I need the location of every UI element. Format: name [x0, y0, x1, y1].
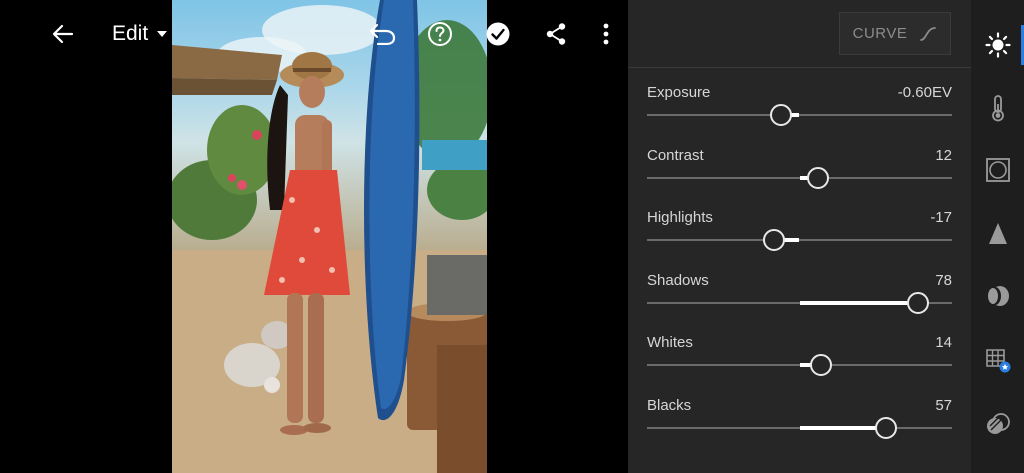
slider-label: Shadows — [647, 271, 709, 289]
light-icon — [984, 32, 1011, 58]
slider-thumb[interactable] — [907, 291, 930, 314]
more-vertical-icon — [603, 23, 609, 45]
slider-row-shadows: Shadows 78 — [647, 272, 952, 322]
slider-value: -0.60EV — [897, 84, 952, 101]
panel-header: CURVE — [628, 0, 971, 68]
chevron-down-icon — [157, 31, 168, 37]
slider-fill — [799, 426, 887, 430]
share-button[interactable] — [536, 14, 576, 54]
slider-thumb[interactable] — [762, 229, 785, 252]
curve-icon — [920, 26, 937, 41]
slider-track[interactable] — [647, 239, 952, 242]
detail-icon — [988, 223, 1007, 244]
help-icon — [428, 22, 452, 46]
slider-label: Blacks — [647, 397, 692, 414]
undo-button[interactable] — [362, 14, 402, 54]
checkmark-icon — [486, 22, 510, 46]
slider-thumb[interactable] — [770, 104, 793, 126]
rail-item-color[interactable] — [971, 80, 1024, 136]
rail-item-optics[interactable] — [971, 268, 1024, 324]
slider-row-whites: Whites 14 — [647, 334, 952, 384]
light-panel: CURVE Exposure -0.60EV Contrast 12 Highlight… — [628, 0, 971, 473]
slider-fill — [799, 300, 919, 305]
rail-item-effects[interactable] — [971, 142, 1024, 198]
slider-label: Exposure — [647, 84, 711, 101]
slider-row-contrast: Contrast 12 — [647, 147, 952, 197]
edited-photo[interactable] — [172, 0, 487, 473]
apply-button[interactable] — [478, 14, 518, 54]
effects-icon — [985, 158, 1010, 182]
slider-value: 14 — [935, 334, 952, 352]
curve-label: CURVE — [852, 25, 908, 42]
share-icon — [546, 23, 566, 45]
optics-icon — [987, 286, 1009, 306]
more-options-button[interactable] — [586, 14, 626, 54]
edit-mode-label: Edit — [112, 22, 149, 45]
presets-icon — [986, 413, 1010, 434]
rail-item-light[interactable] — [971, 17, 1024, 73]
edit-mode-dropdown[interactable]: Edit — [112, 18, 168, 50]
top-toolbar: Edit — [0, 0, 628, 68]
color-icon — [991, 95, 1004, 122]
photo-canvas[interactable]: Edit — [0, 0, 628, 473]
slider-value: 12 — [935, 146, 952, 164]
back-arrow-icon — [52, 24, 74, 44]
curve-button[interactable]: CURVE — [839, 12, 951, 55]
slider-value: 78 — [935, 271, 952, 289]
slider-row-blacks: Blacks 57 — [647, 397, 952, 447]
undo-icon — [369, 23, 396, 45]
geometry-icon — [985, 349, 1010, 373]
slider-label: Whites — [647, 334, 693, 352]
photo-illustration — [172, 0, 487, 473]
rail-item-presets[interactable] — [971, 396, 1024, 452]
slider-label: Highlights — [647, 209, 713, 227]
slider-row-exposure: Exposure -0.60EV — [647, 84, 952, 134]
rail-item-geometry[interactable] — [971, 332, 1024, 388]
slider-thumb[interactable] — [809, 354, 832, 377]
back-button[interactable] — [43, 14, 83, 54]
slider-value: 57 — [935, 397, 952, 414]
slider-thumb[interactable] — [806, 166, 829, 189]
tool-rail — [971, 0, 1024, 473]
help-button[interactable] — [420, 14, 460, 54]
slider-value: -17 — [930, 209, 952, 227]
slider-thumb[interactable] — [875, 417, 898, 439]
slider-label: Contrast — [647, 146, 704, 164]
slider-track[interactable] — [647, 114, 952, 116]
slider-row-highlights: Highlights -17 — [647, 209, 952, 259]
rail-item-detail[interactable] — [971, 206, 1024, 262]
